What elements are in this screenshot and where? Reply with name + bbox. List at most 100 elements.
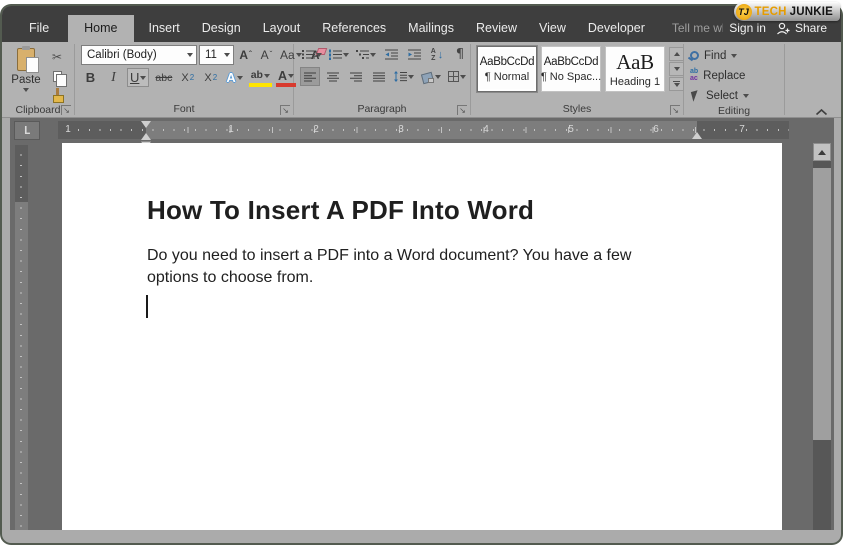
ribbon-tab-bar: File Home Insert Design Layout Reference… [2,6,841,42]
align-center-button[interactable] [323,67,343,86]
grow-font-button[interactable]: Aˆ [236,46,255,65]
multilevel-list-icon [356,49,369,60]
superscript-button[interactable]: X2 [201,68,220,87]
align-left-button[interactable] [300,67,320,86]
tab-review[interactable]: Review [465,15,528,42]
select-dropdown-arrow[interactable] [743,94,749,98]
paste-dropdown-arrow[interactable] [23,88,29,92]
shrink-font-icon: A [261,48,269,62]
tab-mailings[interactable]: Mailings [397,15,465,42]
find-dropdown-arrow[interactable] [731,54,737,58]
right-indent-marker[interactable] [692,132,702,139]
sort-button[interactable]: AZ ↓ [427,45,447,64]
decrease-indent-button[interactable] [381,45,401,64]
font-color-button[interactable]: A [276,68,296,87]
horizontal-ruler[interactable]: 1 1 2 3 4 5 6 7 [58,121,789,139]
tab-home[interactable]: Home [68,15,133,42]
numbering-button[interactable] [327,45,351,64]
strikethrough-button[interactable]: abc [153,68,174,87]
grow-font-icon: A [239,48,248,62]
numbering-dropdown-arrow[interactable] [343,53,349,57]
ruler-number: 4 [483,124,489,135]
style-card-normal[interactable]: AaBbCcDd ¶ Normal [477,46,537,92]
tab-view[interactable]: View [528,15,577,42]
highlight-dropdown-arrow[interactable] [264,74,270,78]
tab-stop-selector[interactable]: L [14,121,40,140]
find-label: Find [704,50,726,62]
font-size-dropdown-arrow[interactable] [224,53,230,57]
subscript-icon: X [181,72,188,84]
style-preview: AaBbCcDd [480,56,535,68]
highlight-button[interactable]: ab [249,68,272,87]
techjunkie-logo-junkie: JUNKIE [790,6,833,18]
scrollbar-up-button[interactable] [813,143,831,161]
styles-group-label: Styles [477,102,677,117]
shading-bucket-icon [421,71,434,83]
shading-dropdown-arrow[interactable] [435,75,441,79]
document-heading[interactable]: How To Insert A PDF Into Word [147,195,534,226]
scrollbar-thumb[interactable] [813,168,831,440]
shading-button[interactable] [419,67,443,86]
format-painter-button[interactable] [48,87,66,103]
line-spacing-button[interactable] [392,67,416,86]
collapse-chevron-icon [815,108,828,117]
select-button[interactable]: Select [690,87,749,104]
vertical-scrollbar[interactable] [813,143,831,530]
clipboard-dialog-launcher[interactable]: ↘ [61,105,71,115]
scroll-up-arrow-icon [818,150,826,155]
collapse-ribbon-button[interactable] [815,104,829,115]
subscript-button[interactable]: X2 [178,68,197,87]
borders-dropdown-arrow[interactable] [460,75,466,79]
bold-button[interactable]: B [81,68,100,87]
font-family-combo[interactable]: Calibri (Body) [81,45,197,65]
italic-button[interactable]: I [104,68,123,87]
hanging-indent-marker[interactable] [141,133,151,140]
underline-button[interactable]: U [127,68,149,87]
document-page[interactable]: How To Insert A PDF Into Word Do you nee… [62,143,782,530]
document-paragraph[interactable]: Do you need to insert a PDF into a Word … [147,245,631,289]
increase-indent-button[interactable] [404,45,424,64]
line-spacing-icon [394,71,407,82]
tab-file[interactable]: File [12,15,64,42]
first-line-indent-marker[interactable] [141,121,151,128]
select-label: Select [706,90,738,102]
borders-button[interactable] [446,67,468,86]
font-family-dropdown-arrow[interactable] [187,53,193,57]
replace-icon: abac [690,69,698,82]
text-effects-button[interactable]: A [224,68,244,87]
techjunkie-logo-tech: TECH [755,6,787,18]
paste-button[interactable]: Paste [8,45,44,103]
find-button[interactable]: Find [690,47,749,64]
justify-button[interactable] [369,67,389,86]
style-card-no-spacing[interactable]: AaBbCcDd ¶ No Spac... [541,46,601,92]
tab-insert[interactable]: Insert [138,15,191,42]
align-right-button[interactable] [346,67,366,86]
styles-row-up-button[interactable] [669,47,684,61]
copy-button[interactable] [48,68,66,84]
multilevel-dropdown-arrow[interactable] [370,53,376,57]
styles-dialog-launcher[interactable]: ↘ [670,105,680,115]
styles-gallery-more-button[interactable] [669,77,684,91]
underline-icon: U [130,70,139,85]
underline-dropdown-arrow[interactable] [140,76,146,80]
tab-design[interactable]: Design [191,15,252,42]
paragraph-dialog-launcher[interactable]: ↘ [457,105,467,115]
font-dialog-launcher[interactable]: ↘ [280,105,290,115]
multilevel-list-button[interactable] [354,45,378,64]
tab-references[interactable]: References [311,15,397,42]
replace-button[interactable]: abac Replace [690,67,749,84]
tab-developer[interactable]: Developer [577,15,656,42]
font-size-combo[interactable]: 11 [199,45,234,65]
tell-me-box[interactable]: Tell me what you want to d [656,15,723,42]
line-spacing-dropdown-arrow[interactable] [408,75,414,79]
bullets-dropdown-arrow[interactable] [316,53,322,57]
show-hide-pilcrow-button[interactable]: ¶ [450,45,470,64]
bullets-button[interactable] [300,45,324,64]
editing-group-label: Editing [690,104,778,118]
cut-button[interactable]: ✂ [48,49,66,65]
tab-layout[interactable]: Layout [252,15,312,42]
shrink-font-button[interactable]: Aˇ [257,46,276,65]
style-card-heading1[interactable]: AaB Heading 1 [605,46,665,92]
styles-row-down-button[interactable] [669,62,684,76]
vertical-ruler[interactable] [15,145,28,530]
